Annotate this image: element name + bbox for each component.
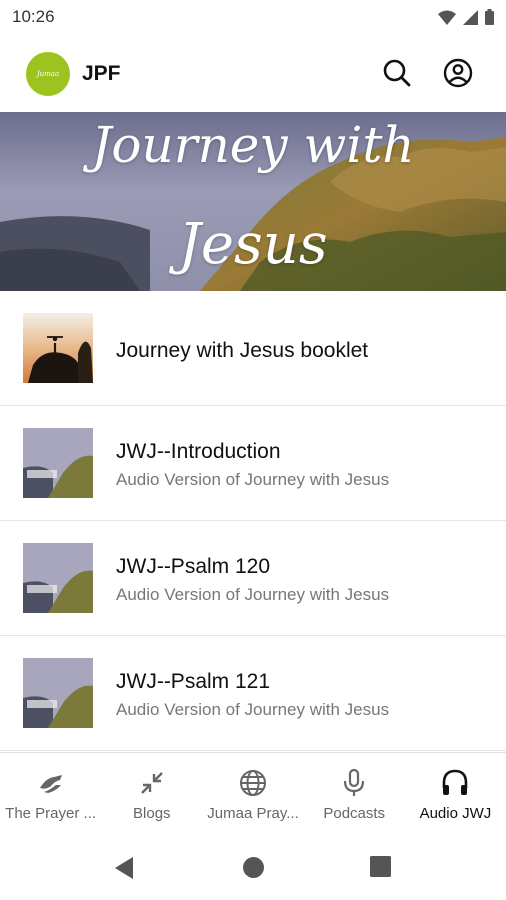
audio-list: Journey with Jesus booklet JWJ--Introduc…: [0, 291, 506, 751]
bottom-navigation: The Prayer ... Blogs Jumaa Pray... Podca…: [0, 752, 506, 837]
nav-item-audio-jwj[interactable]: Audio JWJ: [405, 753, 506, 837]
wifi-icon: [438, 10, 456, 25]
nav-label: Podcasts: [323, 805, 386, 822]
status-bar: 10:26: [0, 0, 506, 34]
item-title: JWJ--Psalm 120: [116, 555, 271, 578]
account-icon: [443, 58, 473, 88]
system-navigation: [0, 836, 506, 900]
item-subtitle: Audio Version of Journey with Jesus: [116, 700, 390, 719]
list-item[interactable]: JWJ--Introduction Audio Version of Journ…: [0, 406, 506, 521]
nav-label: Jumaa Pray...: [207, 805, 299, 822]
banner-title-line1: Journey with: [91, 116, 415, 174]
nav-item-blogs[interactable]: Blogs: [101, 753, 202, 837]
list-item[interactable]: JWJ--Psalm 121 Audio Version of Journey …: [0, 636, 506, 751]
nav-label: The Prayer ...: [5, 805, 97, 822]
microphone-icon: [338, 767, 370, 799]
item-thumbnail: [23, 658, 93, 728]
back-icon[interactable]: [113, 856, 135, 880]
search-icon: [383, 59, 411, 87]
app-bar: Jumaa JPF: [0, 34, 506, 112]
collapse-arrows-icon: [136, 767, 168, 799]
status-icons: [438, 9, 494, 25]
search-button[interactable]: [380, 56, 414, 90]
headphones-icon: [439, 767, 471, 799]
list-item[interactable]: JWJ--Psalm 120 Audio Version of Journey …: [0, 521, 506, 636]
item-thumbnail: [23, 313, 93, 383]
logo-text: Jumaa: [36, 70, 60, 78]
nav-item-podcasts[interactable]: Podcasts: [304, 753, 405, 837]
item-thumbnail: [23, 543, 93, 613]
account-button[interactable]: [441, 56, 475, 90]
recents-icon[interactable]: [370, 856, 391, 877]
nav-label: Audio JWJ: [419, 805, 492, 822]
signal-icon: [463, 9, 478, 25]
item-subtitle: Audio Version of Journey with Jesus: [116, 470, 390, 489]
battery-icon: [485, 9, 494, 25]
home-icon[interactable]: [242, 856, 265, 879]
nav-item-the-prayer[interactable]: The Prayer ...: [0, 753, 101, 837]
banner-title-line2: Jesus: [178, 212, 328, 277]
status-time: 10:26: [12, 7, 55, 26]
nav-label: Blogs: [133, 805, 171, 822]
item-title: JWJ--Psalm 121: [116, 670, 271, 693]
list-item[interactable]: Journey with Jesus booklet: [0, 291, 506, 406]
app-logo[interactable]: Jumaa: [26, 52, 70, 96]
item-subtitle: Audio Version of Journey with Jesus: [116, 585, 390, 604]
banner-image: Journey with Jesus: [0, 112, 506, 291]
item-title: Journey with Jesus booklet: [116, 339, 369, 362]
globe-icon: [237, 767, 269, 799]
praying-hands-icon: [35, 767, 67, 799]
nav-item-jumaa-prayer[interactable]: Jumaa Pray...: [202, 753, 303, 837]
item-thumbnail: [23, 428, 93, 498]
app-title: JPF: [82, 62, 121, 85]
item-title: JWJ--Introduction: [116, 440, 281, 463]
